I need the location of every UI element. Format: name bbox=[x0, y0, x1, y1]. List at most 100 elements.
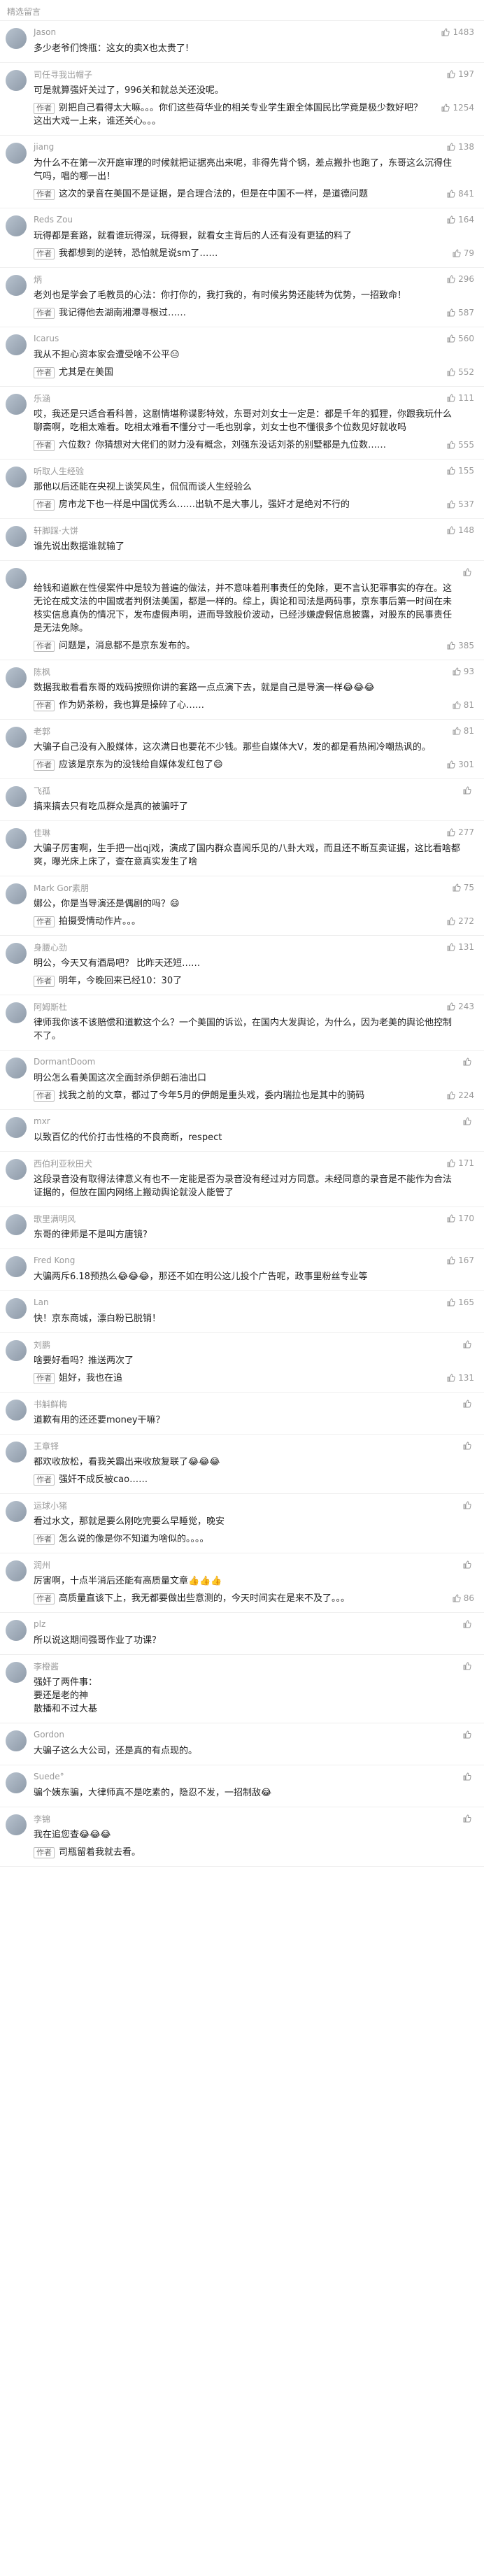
like-button[interactable]: 81 bbox=[453, 726, 474, 736]
reply-like-button[interactable]: 131 bbox=[447, 1372, 474, 1383]
like-button[interactable] bbox=[463, 1814, 474, 1823]
reply-like-count: 385 bbox=[458, 641, 474, 650]
comment-text: 给钱和道歉在性侵案件中是较为普遍的做法，并不意味着刑事责任的免除，更不言认犯罪事… bbox=[34, 583, 453, 634]
thumbs-up-icon bbox=[463, 1400, 471, 1408]
reply-like-button[interactable]: 1254 bbox=[441, 101, 474, 113]
reply-text-block: 作者 房市龙下也一样是中国优秀么……出轨不是大事儿，强奸才是绝对不行的 bbox=[34, 498, 350, 511]
like-button[interactable]: 296 bbox=[447, 274, 474, 284]
reply-like-button[interactable]: 81 bbox=[453, 699, 474, 710]
like-button[interactable]: 131 bbox=[447, 942, 474, 952]
like-button[interactable] bbox=[463, 1730, 474, 1739]
reply-text: 高质量直该下上，我无都要做出些意测的，今天时间实在是来不及了。。。 bbox=[59, 1593, 350, 1604]
avatar[interactable] bbox=[6, 943, 27, 964]
like-button[interactable]: 148 bbox=[447, 525, 474, 535]
like-button[interactable] bbox=[463, 1442, 474, 1450]
like-button[interactable] bbox=[463, 1772, 474, 1781]
reply-text: 六位数？你猜想对大佬们的财力没有概念，刘强东没话刘茶的别墅都是九位数…… bbox=[59, 440, 387, 450]
reply-like-button[interactable]: 272 bbox=[447, 915, 474, 926]
like-button[interactable]: 560 bbox=[447, 334, 474, 343]
avatar[interactable] bbox=[6, 70, 27, 91]
like-button[interactable] bbox=[463, 786, 474, 795]
avatar[interactable] bbox=[6, 28, 27, 49]
like-button[interactable] bbox=[463, 1501, 474, 1509]
avatar[interactable] bbox=[6, 1058, 27, 1079]
comment-text: 玩得都是套路，就看谁玩得深，玩得狠，就看女主背后的人还有没有更猛的料了 bbox=[34, 231, 353, 241]
like-button[interactable]: 170 bbox=[447, 1214, 474, 1223]
like-button[interactable]: 1483 bbox=[441, 27, 474, 37]
avatar[interactable] bbox=[6, 394, 27, 415]
reply-like-button[interactable]: 841 bbox=[447, 187, 474, 199]
like-button[interactable] bbox=[463, 1560, 474, 1569]
like-button[interactable] bbox=[463, 1117, 474, 1125]
avatar[interactable] bbox=[6, 526, 27, 547]
reply-like-button[interactable]: 301 bbox=[447, 758, 474, 769]
like-button[interactable]: 93 bbox=[453, 667, 474, 676]
reply-like-button[interactable]: 587 bbox=[447, 306, 474, 318]
reply-like-button[interactable]: 552 bbox=[447, 366, 474, 377]
like-button[interactable]: 167 bbox=[447, 1255, 474, 1265]
comment-text: 快！京东商城，漂白粉已脱销！ bbox=[34, 1314, 162, 1324]
avatar[interactable] bbox=[6, 275, 27, 296]
like-button[interactable]: 155 bbox=[447, 466, 474, 476]
avatar[interactable] bbox=[6, 786, 27, 807]
like-button[interactable] bbox=[463, 1058, 474, 1066]
author-badge: 作者 bbox=[34, 367, 55, 378]
like-button[interactable] bbox=[463, 568, 474, 576]
reply-like-button[interactable]: 224 bbox=[447, 1089, 474, 1100]
comment-header: 润州 bbox=[34, 1559, 474, 1570]
reply-like-button[interactable]: 555 bbox=[447, 439, 474, 450]
like-button[interactable]: 111 bbox=[447, 393, 474, 403]
avatar[interactable] bbox=[6, 1501, 27, 1522]
comment-header: 炳 296 bbox=[34, 273, 474, 285]
avatar[interactable] bbox=[6, 1214, 27, 1235]
avatar[interactable] bbox=[6, 727, 27, 748]
reply-like-button[interactable]: 86 bbox=[453, 1592, 474, 1603]
reply-like-button[interactable]: 385 bbox=[447, 639, 474, 650]
avatar[interactable] bbox=[6, 1620, 27, 1641]
reply-text-block: 作者 尤其是在美国 bbox=[34, 366, 113, 379]
avatar[interactable] bbox=[6, 215, 27, 236]
thumbs-up-icon bbox=[447, 1214, 455, 1223]
like-button[interactable]: 165 bbox=[447, 1297, 474, 1307]
avatar[interactable] bbox=[6, 143, 27, 164]
avatar[interactable] bbox=[6, 1442, 27, 1463]
avatar[interactable] bbox=[6, 568, 27, 589]
avatar[interactable] bbox=[6, 1730, 27, 1751]
author-reply: 作者 作为奶茶粉，我也算是操碎了心…… 81 bbox=[34, 699, 474, 712]
avatar[interactable] bbox=[6, 1400, 27, 1421]
like-button[interactable] bbox=[463, 1662, 474, 1670]
like-button[interactable]: 171 bbox=[447, 1158, 474, 1168]
like-button[interactable]: 164 bbox=[447, 215, 474, 225]
avatar[interactable] bbox=[6, 1662, 27, 1683]
avatar[interactable] bbox=[6, 1340, 27, 1361]
like-button[interactable] bbox=[463, 1400, 474, 1408]
reply-like-button[interactable]: 537 bbox=[447, 498, 474, 509]
avatar[interactable] bbox=[6, 1814, 27, 1835]
avatar[interactable] bbox=[6, 883, 27, 904]
like-button[interactable] bbox=[463, 1340, 474, 1349]
avatar[interactable] bbox=[6, 1002, 27, 1023]
reply-like-button[interactable]: 79 bbox=[453, 247, 474, 258]
thumbs-up-icon bbox=[447, 828, 455, 837]
like-button[interactable] bbox=[463, 1620, 474, 1628]
like-button[interactable]: 197 bbox=[447, 69, 474, 79]
like-button[interactable]: 243 bbox=[447, 1002, 474, 1011]
avatar[interactable] bbox=[6, 467, 27, 488]
like-button[interactable]: 138 bbox=[447, 142, 474, 152]
thumbs-up-icon bbox=[447, 1002, 455, 1011]
like-button[interactable]: 277 bbox=[447, 827, 474, 837]
avatar[interactable] bbox=[6, 1298, 27, 1319]
avatar[interactable] bbox=[6, 667, 27, 688]
avatar[interactable] bbox=[6, 828, 27, 849]
avatar[interactable] bbox=[6, 334, 27, 355]
avatar[interactable] bbox=[6, 1772, 27, 1793]
comment-username: 炳 bbox=[34, 274, 43, 285]
avatar[interactable] bbox=[6, 1117, 27, 1138]
comment-text: 老刘也是学会了毛教员的心法：你打你的，我打我的，有时候劣势还能转为优势，一招致命… bbox=[34, 290, 407, 301]
avatar[interactable] bbox=[6, 1256, 27, 1277]
avatar[interactable] bbox=[6, 1560, 27, 1581]
avatar[interactable] bbox=[6, 1159, 27, 1180]
comment-text: 谁先说出数据谁就输了 bbox=[34, 541, 125, 552]
reply-text-block: 作者 找我之前的文章，都过了今年5月的伊朗是重头戏，委内瑞拉也是其中的骑码 bbox=[34, 1089, 364, 1102]
like-button[interactable]: 75 bbox=[453, 883, 474, 892]
